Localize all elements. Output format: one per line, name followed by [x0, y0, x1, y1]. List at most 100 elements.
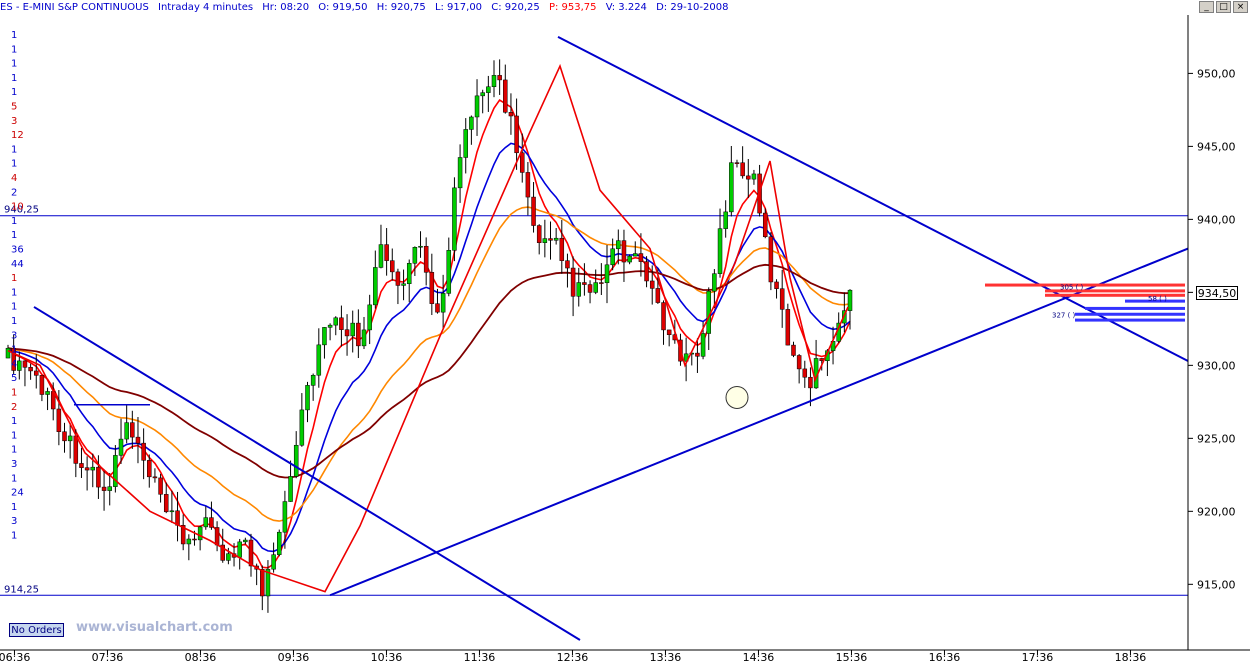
left-number: 4	[11, 359, 17, 370]
candle-body	[209, 517, 214, 528]
candle-body	[762, 212, 768, 238]
candle-body	[695, 352, 700, 357]
x-tick-label: 09:36	[278, 651, 310, 662]
candle-body	[45, 391, 50, 395]
left-number: 3	[11, 516, 17, 527]
candle-body	[5, 347, 11, 359]
left-number: 1	[11, 430, 17, 441]
candle-body	[785, 309, 791, 346]
candle-body	[791, 344, 796, 356]
minimize-button[interactable]: _	[1199, 1, 1214, 13]
candle-body	[491, 75, 497, 88]
order-label: 327 ( )	[1052, 311, 1076, 319]
candle-body	[327, 324, 333, 328]
candle-body	[141, 442, 146, 461]
y-tick-label: 915,00	[1197, 578, 1236, 591]
candle-body	[519, 152, 525, 173]
candle-body	[423, 245, 429, 273]
candle-body	[147, 460, 152, 478]
down-trendline-2	[557, 36, 1189, 362]
candle-body	[186, 538, 192, 545]
candle-body	[729, 162, 734, 213]
left-number: 1	[11, 287, 17, 298]
candle-body	[282, 501, 288, 533]
candle-body	[373, 267, 378, 306]
candle-body	[192, 538, 197, 541]
candle-body	[565, 260, 570, 269]
candle-body	[67, 435, 73, 442]
axes: 915,00920,00925,00930,00935,00940,00945,…	[0, 15, 1250, 662]
left-number: 3	[11, 116, 17, 127]
candle-body	[751, 173, 757, 180]
maximize-button[interactable]: □	[1216, 1, 1231, 13]
prev-label: P: 953,75	[548, 2, 597, 13]
candle-body	[271, 554, 276, 570]
left-number: 1	[11, 216, 17, 227]
price-chart[interactable]: 940,25914,25 305 ( )58 ( )327 ( ) 915,00…	[0, 0, 1250, 662]
candle-body	[378, 244, 384, 268]
candle-body	[333, 317, 339, 326]
date-label: D: 29-10-2008	[656, 2, 729, 13]
candle-body	[746, 175, 751, 180]
x-tick-label: 12:36	[557, 651, 589, 662]
candle-body	[293, 444, 299, 477]
candle-body	[197, 526, 203, 541]
candle-body	[22, 360, 28, 368]
candle-body	[406, 263, 412, 284]
open-label: O: 919,50	[318, 2, 368, 13]
left-number: 1	[11, 30, 17, 41]
candle-body	[56, 408, 62, 432]
candle-body	[446, 250, 452, 294]
candle-body	[203, 517, 209, 528]
left-number: 1	[11, 531, 17, 542]
candle-body	[96, 466, 101, 488]
order-bar	[1085, 306, 1185, 310]
candle-body	[28, 367, 33, 372]
candle-body	[62, 431, 67, 442]
left-number: 4	[11, 173, 17, 184]
candle-body	[593, 282, 598, 293]
candle-body	[276, 531, 282, 555]
candle-body	[299, 409, 305, 446]
left-number: 2	[11, 402, 17, 413]
candle-body	[808, 376, 813, 389]
candle-body	[570, 267, 576, 297]
candle-body	[616, 240, 621, 250]
left-number: 3	[11, 330, 17, 341]
candle-body	[17, 360, 22, 371]
candle-body	[130, 422, 135, 438]
left-number: 1	[11, 44, 17, 55]
candle-body	[638, 253, 644, 262]
candle-body	[339, 317, 344, 330]
price-axis-bg	[1188, 15, 1250, 650]
candle-body	[548, 238, 553, 241]
candle-body	[712, 273, 717, 292]
candle-body	[124, 422, 129, 440]
candle-body	[73, 435, 79, 464]
candle-body	[717, 228, 723, 274]
candle-body	[633, 253, 638, 257]
candle-body	[344, 329, 350, 337]
candle-body	[214, 527, 220, 546]
candle-body	[84, 467, 90, 471]
candle-body	[429, 272, 435, 304]
left-number: 1	[11, 302, 17, 313]
high-label: H: 920,75	[376, 2, 426, 13]
candle-body	[649, 280, 655, 289]
no-orders-button[interactable]: No Orders	[9, 623, 64, 637]
candle-body	[412, 247, 418, 264]
candle-body	[644, 261, 649, 282]
y-tick-label: 925,00	[1197, 432, 1236, 445]
candle-body	[169, 510, 175, 513]
candle-body	[79, 463, 84, 468]
candle-body	[350, 322, 355, 337]
left-number: 1	[11, 416, 17, 427]
candle-body	[802, 368, 808, 378]
candle-body	[361, 329, 367, 347]
order-bar	[1075, 312, 1185, 316]
candle-body	[536, 225, 542, 243]
close-button[interactable]: ×	[1233, 1, 1248, 13]
candle-body	[599, 282, 604, 284]
ma-mid-line	[7, 142, 851, 553]
candle-body	[723, 211, 728, 229]
